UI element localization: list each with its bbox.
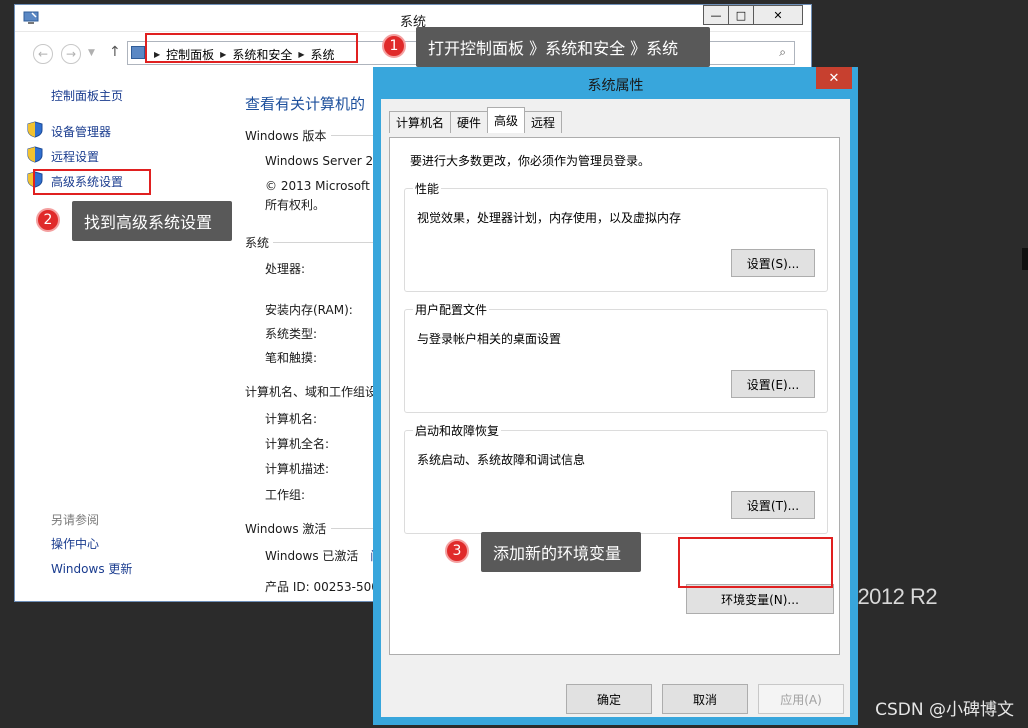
edition-name: Windows Server 20 — [265, 154, 381, 168]
dialog-close-button[interactable]: ✕ — [816, 67, 852, 89]
see-also-heading: 另请参阅 — [51, 513, 100, 527]
performance-label: 性能 — [413, 180, 442, 197]
close-button[interactable]: ✕ — [753, 5, 803, 25]
user-profiles-label: 用户配置文件 — [413, 301, 490, 318]
minimize-button[interactable]: — — [703, 5, 729, 25]
control-panel-icon — [131, 46, 145, 59]
callout-number-2: 2 — [36, 208, 60, 232]
windows-update-link[interactable]: Windows 更新 — [51, 560, 132, 577]
activation-status-text: Windows 已激活 — [265, 549, 359, 563]
desktop-edge-marker — [1022, 248, 1028, 270]
forward-arrow-icon[interactable]: → — [61, 44, 81, 64]
performance-group: 性能 视觉效果，处理器计划，内存使用，以及虚拟内存 设置(S)... — [404, 180, 828, 292]
watermark: CSDN @小碑博文 — [875, 700, 1014, 720]
performance-settings-button[interactable]: 设置(S)... — [731, 249, 815, 277]
environment-variables-button[interactable]: 环境变量(N)... — [686, 584, 834, 614]
desktop-os-brand: r 2012 R2 — [845, 584, 938, 609]
computer-description-label: 计算机描述: — [265, 462, 330, 476]
startup-recovery-group: 启动和故障恢复 系统启动、系统故障和调试信息 设置(T)... — [404, 422, 828, 534]
dialog-body: 计算机名 硬件 高级 远程 要进行大多数更改，你必须作为管理员登录。 性能 视觉… — [381, 99, 850, 717]
activation-status: Windows 已激活 阅 — [265, 547, 382, 564]
edition-heading: Windows 版本 — [245, 129, 327, 143]
system-properties-dialog: 系统属性 ✕ 计算机名 硬件 高级 远程 要进行大多数更改，你必须作为管理员登录… — [373, 67, 858, 725]
dialog-title: 系统属性 — [587, 78, 644, 94]
callout-step-3: 添加新的环境变量 — [481, 532, 641, 572]
system-type-label: 系统类型: — [265, 327, 318, 341]
control-panel-home-link[interactable]: 控制面板主页 — [51, 87, 123, 104]
computer-name-heading: 计算机名、域和工作组设 — [245, 385, 378, 399]
callout-step-2: 找到高级系统设置 — [72, 201, 232, 241]
maximize-button[interactable]: □ — [728, 5, 754, 25]
action-center-link[interactable]: 操作中心 — [51, 535, 99, 552]
callout-step-1: 打开控制面板 》系统和安全 》系统 — [416, 27, 710, 67]
admin-note: 要进行大多数更改，你必须作为管理员登录。 — [410, 154, 651, 168]
startup-recovery-desc: 系统启动、系统故障和调试信息 — [417, 453, 586, 467]
breadcrumb-highlight — [145, 33, 358, 63]
remote-settings-link[interactable]: 远程设置 — [51, 148, 99, 165]
dialog-titlebar[interactable]: 系统属性 ✕ — [381, 67, 852, 99]
copyright-text: © 2013 Microsoft — [265, 179, 370, 193]
startup-recovery-label: 启动和故障恢复 — [413, 422, 502, 439]
ram-label: 安装内存(RAM): — [265, 303, 353, 317]
back-arrow-icon[interactable]: ← — [33, 44, 53, 64]
callout-number-3: 3 — [445, 539, 469, 563]
tab-hardware[interactable]: 硬件 — [450, 111, 489, 133]
ok-button[interactable]: 确定 — [566, 684, 652, 714]
rights-text: 所有权利。 — [265, 198, 326, 212]
device-manager-link[interactable]: 设备管理器 — [51, 123, 111, 140]
shield-icon — [27, 121, 43, 138]
shield-icon — [27, 146, 43, 163]
product-id: 产品 ID: 00253-500 — [265, 580, 379, 594]
tab-strip: 计算机名 硬件 高级 远程 — [389, 107, 563, 133]
callout-number-1: 1 — [382, 34, 406, 58]
history-dropdown-icon[interactable]: ▼ — [88, 48, 95, 58]
full-computer-name-label: 计算机全名: — [265, 437, 330, 451]
activation-heading: Windows 激活 — [245, 522, 327, 536]
computer-name-label: 计算机名: — [265, 412, 318, 426]
apply-button[interactable]: 应用(A) — [758, 684, 844, 714]
performance-desc: 视觉效果，处理器计划，内存使用，以及虚拟内存 — [417, 211, 682, 225]
search-input[interactable]: ⌕ — [695, 41, 795, 65]
system-heading: 系统 — [245, 236, 270, 250]
tab-remote[interactable]: 远程 — [524, 111, 563, 133]
user-profiles-settings-button[interactable]: 设置(E)... — [731, 370, 815, 398]
search-icon: ⌕ — [779, 45, 786, 59]
workgroup-label: 工作组: — [265, 488, 306, 502]
page-title: 查看有关计算机的 — [245, 95, 366, 113]
startup-recovery-settings-button[interactable]: 设置(T)... — [731, 491, 815, 519]
cancel-button[interactable]: 取消 — [662, 684, 748, 714]
processor-label: 处理器: — [265, 262, 306, 276]
advanced-settings-highlight — [33, 169, 151, 195]
user-profiles-group: 用户配置文件 与登录帐户相关的桌面设置 设置(E)... — [404, 301, 828, 413]
up-arrow-icon[interactable]: ↑ — [109, 44, 121, 60]
tab-computer-name[interactable]: 计算机名 — [389, 111, 452, 133]
env-variables-highlight — [678, 537, 833, 588]
tab-advanced[interactable]: 高级 — [487, 107, 526, 133]
pen-touch-label: 笔和触摸: — [265, 351, 318, 365]
window-controls: — □ ✕ — [703, 5, 803, 25]
user-profiles-desc: 与登录帐户相关的桌面设置 — [417, 332, 562, 346]
